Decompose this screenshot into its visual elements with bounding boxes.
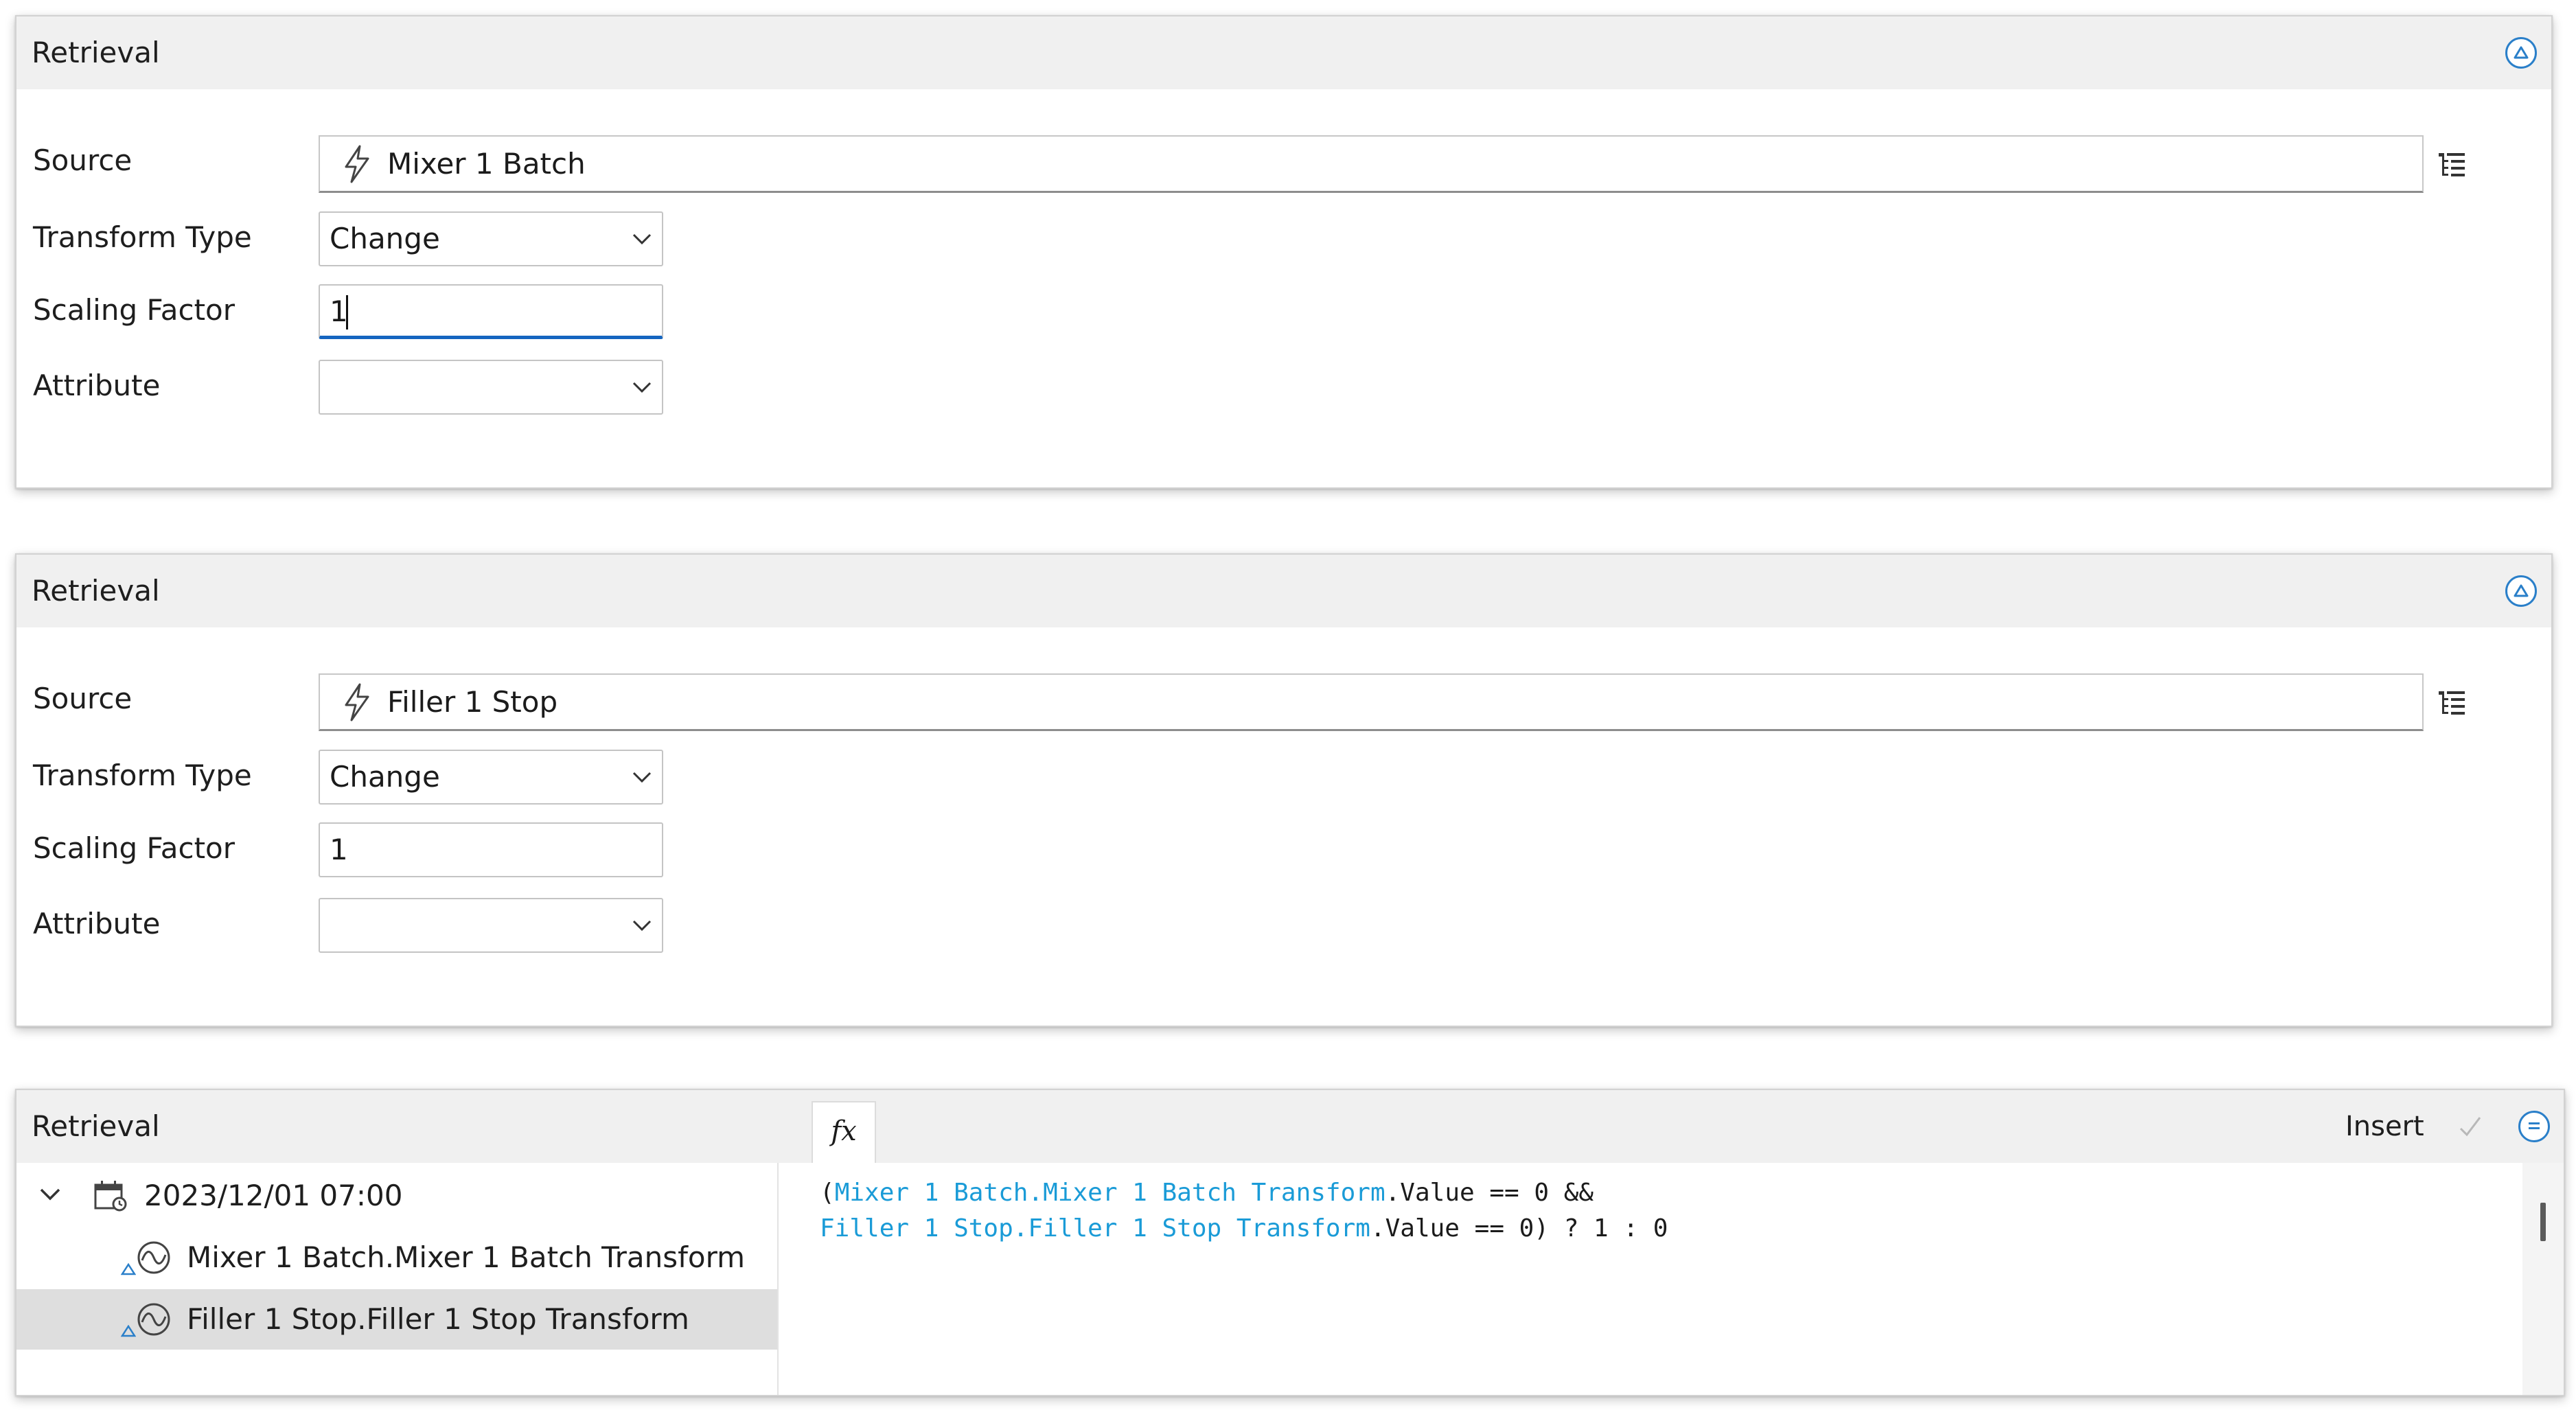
scaling-factor-input[interactable]: 1 bbox=[319, 284, 663, 339]
code-paren: ( bbox=[820, 1179, 835, 1207]
chevron-down-icon bbox=[632, 232, 652, 249]
retrieval-panel-3: Retrieval fx Insert 2023/12/01 07:00 Mix… bbox=[15, 1089, 2565, 1396]
collapse-lines-circle-icon[interactable] bbox=[2518, 1111, 2550, 1142]
attribute-select[interactable] bbox=[319, 898, 663, 953]
collapse-up-circle-icon[interactable] bbox=[2505, 575, 2537, 607]
editor-scrollbar[interactable] bbox=[2522, 1163, 2564, 1395]
tree-item-label: Mixer 1 Batch.Mixer 1 Batch Transform bbox=[187, 1240, 746, 1274]
check-icon[interactable] bbox=[2457, 1113, 2484, 1144]
tree-date-label: 2023/12/01 07:00 bbox=[144, 1179, 403, 1212]
source-value: Filler 1 Stop bbox=[387, 685, 558, 719]
tree-row-date[interactable]: 2023/12/01 07:00 bbox=[16, 1166, 777, 1226]
lightning-bolt-icon bbox=[342, 145, 372, 186]
code-text: .Value == 0 && bbox=[1385, 1179, 1594, 1207]
insert-button[interactable]: Insert bbox=[2345, 1090, 2424, 1163]
scaling-factor-label: Scaling Factor bbox=[33, 293, 235, 327]
tree-row-item[interactable]: Filler 1 Stop.Filler 1 Stop Transform bbox=[16, 1289, 777, 1350]
transform-type-value: Change bbox=[330, 222, 440, 255]
tree-list-icon[interactable] bbox=[2437, 689, 2468, 722]
scaling-factor-label: Scaling Factor bbox=[33, 831, 235, 865]
panel-title: Retrieval bbox=[32, 574, 160, 608]
source-label: Source bbox=[33, 143, 133, 177]
attribute-label: Attribute bbox=[33, 369, 161, 402]
transform-type-label: Transform Type bbox=[33, 759, 252, 792]
scaling-factor-input[interactable]: 1 bbox=[319, 822, 663, 877]
text-caret bbox=[346, 295, 348, 330]
scaling-factor-value: 1 bbox=[330, 833, 348, 866]
chevron-down-icon[interactable] bbox=[38, 1186, 62, 1205]
scrollbar-thumb[interactable] bbox=[2540, 1203, 2546, 1241]
expression-editor[interactable]: (Mixer 1 Batch.Mixer 1 Batch Transform.V… bbox=[796, 1163, 2522, 1395]
editor-toolbar: fx Insert bbox=[795, 1090, 2564, 1163]
lightning-bolt-icon bbox=[342, 683, 372, 724]
scaling-factor-value: 1 bbox=[330, 294, 348, 328]
wave-circle-icon bbox=[136, 1302, 172, 1340]
chevron-down-icon bbox=[632, 770, 652, 787]
transform-type-label: Transform Type bbox=[33, 220, 252, 254]
code-line-1: (Mixer 1 Batch.Mixer 1 Batch Transform.V… bbox=[820, 1175, 2499, 1211]
code-reference: Filler 1 Stop.Filler 1 Stop Transform bbox=[820, 1214, 1370, 1243]
panel-header: Retrieval bbox=[16, 555, 2551, 627]
tree-item-label: Filler 1 Stop.Filler 1 Stop Transform bbox=[187, 1302, 689, 1336]
source-label: Source bbox=[33, 682, 133, 715]
transform-type-value: Change bbox=[330, 760, 440, 794]
attribute-select[interactable] bbox=[319, 360, 663, 415]
retrieval-panel-1: Retrieval Source Mixer 1 Batch Transform… bbox=[15, 15, 2553, 489]
panel-header: Retrieval bbox=[16, 16, 2551, 89]
source-field[interactable]: Filler 1 Stop bbox=[319, 673, 2424, 731]
code-text: .Value == 0) ? 1 : 0 bbox=[1370, 1214, 1668, 1243]
delta-icon bbox=[120, 1324, 137, 1340]
wave-circle-icon bbox=[136, 1240, 172, 1278]
transform-type-select[interactable]: Change bbox=[319, 211, 663, 266]
code-reference: Mixer 1 Batch.Mixer 1 Batch Transform bbox=[834, 1179, 1385, 1207]
panel-header: Retrieval bbox=[16, 1090, 795, 1163]
source-field[interactable]: Mixer 1 Batch bbox=[319, 135, 2424, 193]
chevron-down-icon bbox=[632, 380, 652, 397]
retrieval-panel-2: Retrieval Source Filler 1 Stop Transform… bbox=[15, 553, 2553, 1027]
panel-title: Retrieval bbox=[32, 1109, 160, 1143]
calendar-icon bbox=[93, 1179, 128, 1215]
delta-icon bbox=[120, 1262, 137, 1278]
chevron-down-icon bbox=[632, 918, 652, 935]
collapse-up-circle-icon[interactable] bbox=[2505, 37, 2537, 69]
source-value: Mixer 1 Batch bbox=[387, 147, 586, 181]
fx-tab[interactable]: fx bbox=[812, 1101, 876, 1163]
code-line-2: Filler 1 Stop.Filler 1 Stop Transform.Va… bbox=[820, 1211, 2499, 1247]
tree-row-item[interactable]: Mixer 1 Batch.Mixer 1 Batch Transform bbox=[16, 1227, 777, 1288]
panel-title: Retrieval bbox=[32, 36, 160, 69]
retrieval-tree: 2023/12/01 07:00 Mixer 1 Batch.Mixer 1 B… bbox=[16, 1163, 779, 1395]
attribute-label: Attribute bbox=[33, 907, 161, 940]
transform-type-select[interactable]: Change bbox=[319, 750, 663, 805]
tree-list-icon[interactable] bbox=[2437, 151, 2468, 184]
